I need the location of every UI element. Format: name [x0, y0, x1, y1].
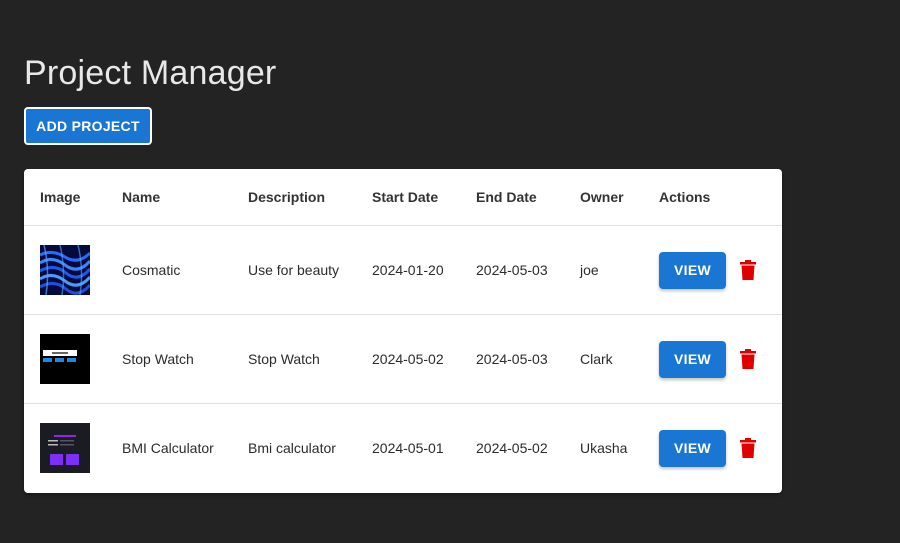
column-header-start-date: Start Date: [372, 169, 476, 226]
column-header-owner: Owner: [580, 169, 659, 226]
project-end-date: 2024-05-03: [476, 225, 580, 315]
row-actions: VIEW: [659, 340, 782, 378]
page: Project Manager ADD PROJECT Image Name D…: [0, 0, 900, 543]
image-cell: [24, 314, 122, 404]
project-owner: Clark: [580, 314, 659, 404]
project-end-date: 2024-05-03: [476, 314, 580, 404]
column-header-end-date: End Date: [476, 169, 580, 226]
stopwatch-app-thumbnail: [40, 334, 90, 384]
project-description: Bmi calculator: [248, 440, 336, 456]
column-header-name: Name: [122, 169, 248, 226]
table-row: Cosmatic Use for beauty 2024-01-20 2024-…: [24, 225, 782, 315]
project-start-date: 2024-01-20: [372, 225, 476, 315]
project-name: BMI Calculator: [122, 440, 214, 456]
actions-cell: VIEW: [659, 404, 782, 493]
project-owner: joe: [580, 225, 659, 315]
column-header-description: Description: [248, 169, 372, 226]
table-header-row: Image Name Description Start Date End Da…: [24, 169, 782, 226]
projects-table: Image Name Description Start Date End Da…: [24, 169, 782, 492]
row-actions: VIEW: [659, 251, 782, 289]
project-end-date: 2024-05-02: [476, 440, 548, 456]
actions-cell: VIEW: [659, 225, 782, 315]
image-cell: [24, 225, 122, 315]
image-cell: [24, 404, 122, 493]
view-button[interactable]: VIEW: [659, 340, 726, 378]
blue-waves-thumbnail: [40, 245, 90, 295]
project-description: Use for beauty: [248, 225, 372, 315]
add-project-button[interactable]: ADD PROJECT: [24, 107, 152, 145]
trash-icon[interactable]: [736, 434, 760, 462]
column-header-image: Image: [24, 169, 122, 226]
table-row: BMI Calculator Bmi calculator 2024-05-01…: [24, 404, 782, 493]
projects-table-card: Image Name Description Start Date End Da…: [24, 169, 782, 493]
project-description: Stop Watch: [248, 314, 372, 404]
project-start-date: 2024-05-01: [372, 440, 444, 456]
trash-icon[interactable]: [736, 345, 760, 373]
row-actions: VIEW: [659, 429, 782, 467]
bmi-app-thumbnail: [40, 423, 90, 473]
page-title: Project Manager: [24, 54, 277, 92]
actions-cell: VIEW: [659, 314, 782, 404]
project-owner: Ukasha: [580, 440, 628, 456]
view-button[interactable]: VIEW: [659, 251, 726, 289]
view-button[interactable]: VIEW: [659, 429, 726, 467]
column-header-actions: Actions: [659, 169, 782, 226]
project-name: Cosmatic: [122, 225, 248, 315]
trash-icon[interactable]: [736, 256, 760, 284]
project-start-date: 2024-05-02: [372, 314, 476, 404]
table-row: Stop Watch Stop Watch 2024-05-02 2024-05…: [24, 314, 782, 404]
project-name: Stop Watch: [122, 314, 248, 404]
